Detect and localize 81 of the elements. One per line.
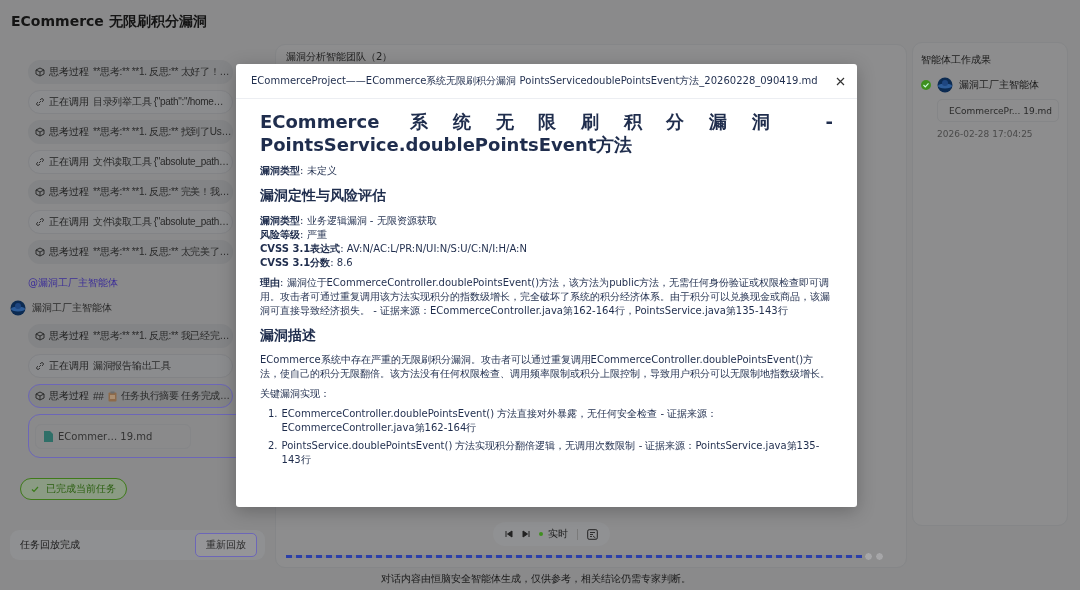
- log-entry[interactable]: 思考过程 **思考:** **1. 反思:** 找到了Us…: [28, 120, 233, 144]
- panel-title: 智能体工作成果: [921, 53, 992, 67]
- file-icon: [44, 430, 53, 442]
- clipboard-icon: [107, 390, 117, 402]
- entry-label: 思考过程: [49, 185, 89, 199]
- agent-name: 漏洞工厂主智能体: [32, 301, 112, 315]
- entry-text: 任务执行摘要 任务完成…: [120, 389, 230, 403]
- log-entry[interactable]: 思考过程 **思考:** **1. 反思:** 太好了！…: [28, 60, 233, 84]
- status-badge: 已完成当前任务: [20, 478, 127, 500]
- log-entry[interactable]: 思考过程 **思考:** **1. 反思:** 我已经完…: [28, 324, 233, 348]
- link-icon: [35, 157, 45, 167]
- cube-icon: [35, 187, 45, 197]
- report-heading: ECommerce 系统无限刷积分漏洞 - PointsService.doublePointsEvent方法: [260, 111, 833, 156]
- entry-label: 正在调用: [49, 359, 89, 373]
- panel-title: 漏洞分析智能团队（2）: [286, 50, 394, 64]
- replay-button[interactable]: 重新回放: [195, 533, 257, 557]
- entry-text: **思考:** **1. 反思:** 太好了！…: [93, 65, 230, 79]
- entry-label: 思考过程: [49, 389, 89, 403]
- field-line: CVSS 3.1表达式: AV:N/AC:L/PR:N/UI:N/S:U/C:N/I:H/A:N: [260, 241, 528, 256]
- timestamp: 2026-02-28 17:04:25: [937, 129, 1034, 139]
- skip-forward-icon[interactable]: [521, 530, 530, 538]
- report-paragraph: 漏洞类型: 未定义: [260, 164, 338, 178]
- log-entry[interactable]: 正在调用 目录列举工具 {"path":"/home…: [28, 90, 233, 114]
- link-icon: [35, 217, 45, 227]
- section-heading: 漏洞定性与风险评估: [260, 186, 387, 205]
- entry-text: 文件读取工具 {"absolute_path…: [93, 215, 229, 229]
- avatar-icon: [10, 300, 26, 316]
- log-entry[interactable]: 正在调用 文件读取工具 {"absolute_path…: [28, 210, 233, 234]
- entry-text: ##: [93, 390, 104, 402]
- entry-text: **思考:** **1. 反思:** 找到了Us…: [93, 125, 232, 139]
- replay-status: 任务回放完成: [20, 538, 80, 552]
- cube-icon: [35, 127, 45, 137]
- document-icon[interactable]: [586, 528, 598, 540]
- avatar-icon: [937, 77, 953, 93]
- entry-label: 正在调用: [49, 95, 89, 109]
- app-title: ECommerce 无限刷积分漏洞: [11, 13, 207, 31]
- modal-title: ECommerceProject——ECommerce系统无限刷积分漏洞 PointsServicedoublePointsEvent方法_20260228_090419.md: [251, 74, 818, 88]
- list-item-text: PointsService.doublePointsEvent() 方法实现积分翻倍逻辑，无调用次数限制 - 证据来源：PointsService.java第135-143行: [281, 439, 821, 468]
- log-entry[interactable]: 思考过程 **思考:** **1. 反思:** 太完美了…: [28, 240, 233, 264]
- field-line: CVSS 3.1分数: 8.6: [260, 255, 354, 270]
- disclaimer-text: 对话内容由恒脑安全智能体生成，仅供参考，相关结论仍需专家判断。: [381, 572, 691, 586]
- list-item-text: ECommerceController.doublePointsEvent() 方法直接对外暴露，无任何安全检查 - 证据来源：ECommerceController.java第162-164行: [281, 407, 719, 436]
- list-number: 1.: [268, 407, 278, 422]
- report-paragraph: ECommerce系统中存在严重的无限刷积分漏洞。攻击者可以通过重复调用ECommerceController.doublePointsEvent()方法，使自己的积分无限翻倍。该方法没有任何权限检查、调用频率限制或积分上限控制，导致用户积分可以无限制地指数级增长。: [260, 353, 831, 382]
- entry-text: 漏洞报告输出工具: [93, 359, 171, 373]
- link-icon: [35, 97, 45, 107]
- close-icon: [836, 76, 845, 86]
- log-entry[interactable]: 思考过程 ## 任务执行摘要 任务完成…: [28, 384, 233, 408]
- report-paragraph: 关键漏洞实现：: [260, 387, 331, 402]
- entry-text: **思考:** **1. 反思:** 完美！我…: [93, 185, 230, 199]
- log-entry[interactable]: 正在调用 漏洞报告输出工具: [28, 354, 233, 378]
- field-line: 漏洞类型: 业务逻辑漏洞 - 无限资源获取: [260, 213, 438, 228]
- entry-text: **思考:** **1. 反思:** 太完美了…: [93, 245, 230, 259]
- cube-icon: [35, 67, 45, 77]
- cube-icon: [35, 331, 45, 341]
- agent-name: 漏洞工厂主智能体: [959, 78, 1039, 92]
- close-button[interactable]: [836, 76, 845, 86]
- log-entry[interactable]: 正在调用 文件读取工具 {"absolute_path…: [28, 150, 233, 174]
- entry-label: 正在调用: [49, 215, 89, 229]
- skip-back-icon[interactable]: [504, 530, 513, 538]
- entry-text: 目录列举工具 {"path":"/home…: [93, 95, 224, 109]
- cube-icon: [35, 391, 45, 401]
- entry-label: 思考过程: [49, 125, 89, 139]
- live-label[interactable]: 实时: [547, 527, 568, 541]
- section-heading: 漏洞描述: [260, 325, 317, 345]
- list-number: 2.: [268, 439, 278, 454]
- entry-label: 思考过程: [49, 329, 89, 343]
- agent-mention-link[interactable]: @漏洞工厂主智能体: [28, 276, 118, 290]
- field-line: 风险等级: 严重: [260, 227, 328, 242]
- entry-label: 正在调用: [49, 155, 89, 169]
- link-icon: [35, 361, 45, 371]
- log-entry[interactable]: 思考过程 **思考:** **1. 反思:** 完美！我…: [28, 180, 233, 204]
- report-paragraph: 理由: 漏洞位于ECommerceController.doublePointsEvent()方法，该方法为public方法，无需任何身份验证或权限检查即可调用。攻击者可通过重复调用该方法实现积分的指数级增长，完全破坏了系统的积分经济体系。由于积分可以兑换现金或商品，该漏洞可直接导致经济损失。 - 证据来源：ECommerceController.java第162-164行，PointsService.java第135-143行: [260, 275, 831, 318]
- entry-text: 文件读取工具 {"absolute_path…: [93, 155, 229, 169]
- cube-icon: [35, 247, 45, 257]
- file-chip[interactable]: ECommer… 19.md: [35, 423, 192, 449]
- entry-label: 思考过程: [49, 65, 89, 79]
- check-icon: [31, 485, 39, 493]
- entry-label: 思考过程: [49, 245, 89, 259]
- file-chip[interactable]: ECommercePr... 19.md: [937, 99, 1059, 122]
- entry-text: **思考:** **1. 反思:** 我已经完…: [93, 329, 230, 343]
